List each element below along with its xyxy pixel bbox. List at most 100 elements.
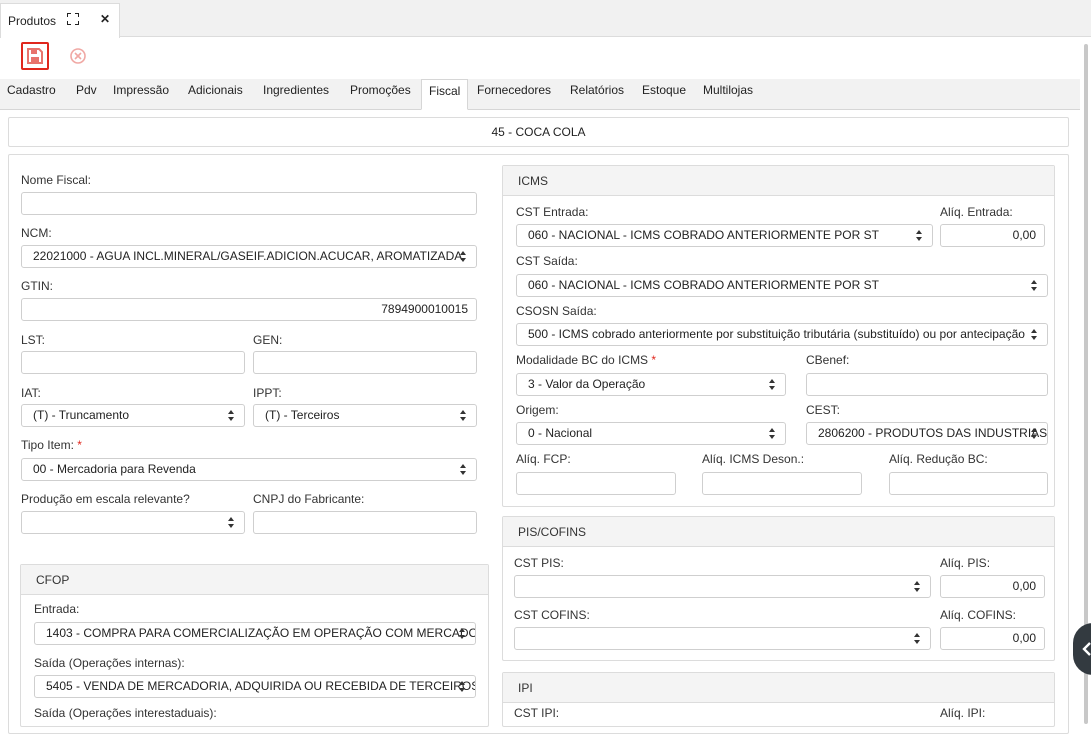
- select-arrows-icon: [228, 410, 235, 421]
- ippt-label: IPPT:: [253, 386, 282, 400]
- expand-icon[interactable]: [67, 13, 79, 25]
- cest-select[interactable]: 2806200 - PRODUTOS DAS INDUSTRIAS: [806, 422, 1048, 445]
- aliq-deson-input[interactable]: [702, 472, 862, 495]
- modalidade-select[interactable]: 3 - Valor da Operação: [516, 373, 786, 396]
- csosn-saida-select[interactable]: 500 - ICMS cobrado anteriormente por sub…: [516, 323, 1048, 346]
- tab-cadastro[interactable]: Cadastro: [7, 79, 56, 110]
- csosn-saida-value: 500 - ICMS cobrado anteriormente por sub…: [528, 327, 1025, 341]
- select-arrows-icon: [460, 410, 467, 421]
- ncm-value: 22021000 - AGUA INCL.MINERAL/GASEIF.ADIC…: [33, 249, 463, 263]
- cfop-panel: CFOP: [20, 564, 489, 727]
- aliq-entrada-label: Alíq. Entrada:: [940, 205, 1013, 219]
- nome-fiscal-label: Nome Fiscal:: [21, 173, 92, 187]
- cancel-icon: [70, 48, 86, 64]
- aliq-fcp-input[interactable]: [516, 472, 676, 495]
- ncm-select[interactable]: 22021000 - AGUA INCL.MINERAL/GASEIF.ADIC…: [21, 245, 477, 268]
- tipo-item-value: 00 - Mercadoria para Revenda: [33, 462, 196, 476]
- aliq-cofins-label: Alíq. COFINS:: [940, 608, 1017, 622]
- aliq-cofins-input[interactable]: 0,00: [940, 627, 1045, 650]
- cfop-saida-interestadual-label: Saída (Operações interestaduais):: [34, 706, 217, 720]
- aliq-entrada-input[interactable]: 0,00: [940, 224, 1045, 247]
- chevron-left-icon: [1082, 642, 1091, 656]
- select-arrows-icon: [228, 517, 235, 528]
- modalidade-value: 3 - Valor da Operação: [528, 377, 646, 391]
- select-arrows-icon: [914, 633, 921, 644]
- cst-ipi-label: CST IPI:: [514, 706, 560, 720]
- aliq-deson-label: Alíq. ICMS Deson.:: [702, 452, 805, 466]
- gtin-label: GTIN:: [21, 279, 53, 293]
- ippt-select[interactable]: (T) - Terceiros: [253, 404, 477, 427]
- iat-select[interactable]: (T) - Truncamento: [21, 404, 245, 427]
- producao-label: Produção em escala relevante?: [21, 492, 190, 506]
- collapse-panel-button[interactable]: [1073, 623, 1091, 675]
- tab-promocoes[interactable]: Promoções: [350, 79, 411, 110]
- lst-input[interactable]: [21, 351, 245, 374]
- icms-panel-title: ICMS: [503, 166, 1054, 196]
- tab-estoque[interactable]: Estoque: [642, 79, 686, 110]
- tipo-item-select[interactable]: 00 - Mercadoria para Revenda: [21, 458, 477, 481]
- cancel-button[interactable]: [69, 47, 87, 65]
- gtin-input[interactable]: 7894900010015: [21, 298, 477, 321]
- cnpj-input[interactable]: [253, 511, 477, 534]
- tab-impressao[interactable]: Impressão: [113, 79, 169, 110]
- cfop-entrada-select[interactable]: 1403 - COMPRA PARA COMERCIALIZAÇÃO EM OP…: [34, 622, 476, 645]
- tab-relatorios[interactable]: Relatórios: [570, 79, 624, 110]
- select-arrows-icon: [1031, 280, 1038, 291]
- origem-value: 0 - Nacional: [528, 426, 593, 440]
- aliq-reducao-input[interactable]: [889, 472, 1048, 495]
- tipo-item-label: Tipo Item: *: [21, 438, 82, 452]
- tab-ingredientes[interactable]: Ingredientes: [263, 79, 329, 110]
- select-arrows-icon: [459, 681, 466, 692]
- tab-pdv[interactable]: Pdv: [76, 79, 97, 110]
- close-icon[interactable]: ✕: [100, 12, 110, 26]
- select-arrows-icon: [769, 379, 776, 390]
- select-arrows-icon: [460, 464, 467, 475]
- origem-label: Origem:: [516, 403, 559, 417]
- gen-input[interactable]: [253, 351, 477, 374]
- select-arrows-icon: [460, 251, 467, 262]
- product-title: 45 - COCA COLA: [8, 117, 1069, 147]
- tab-multilojas[interactable]: Multilojas: [703, 79, 753, 110]
- select-arrows-icon: [914, 581, 921, 592]
- cest-label: CEST:: [806, 403, 841, 417]
- vertical-scrollbar[interactable]: [1084, 44, 1088, 724]
- cst-cofins-select[interactable]: [514, 627, 931, 650]
- tipo-item-label-text: Tipo Item:: [21, 438, 74, 452]
- aliq-fcp-label: Alíq. FCP:: [516, 452, 571, 466]
- aliq-pis-input[interactable]: 0,00: [940, 575, 1045, 598]
- lst-label: LST:: [21, 333, 46, 347]
- cfop-panel-title: CFOP: [21, 565, 488, 595]
- tab-fiscal[interactable]: Fiscal: [421, 79, 469, 110]
- required-marker: *: [77, 438, 82, 452]
- select-arrows-icon: [769, 428, 776, 439]
- cst-entrada-select[interactable]: 060 - NACIONAL - ICMS COBRADO ANTERIORME…: [516, 224, 933, 247]
- cbenef-input[interactable]: [806, 373, 1048, 396]
- modalidade-label: Modalidade BC do ICMS *: [516, 353, 656, 367]
- select-arrows-icon: [916, 230, 923, 241]
- aliq-ipi-label: Alíq. IPI:: [940, 706, 986, 720]
- document-tab-produtos[interactable]: Produtos ✕: [0, 3, 120, 38]
- cfop-saida-interna-select[interactable]: 5405 - VENDA DE MERCADORIA, ADQUIRIDA OU…: [34, 675, 476, 698]
- pis-cofins-panel-title: PIS/COFINS: [503, 517, 1054, 547]
- cest-value: 2806200 - PRODUTOS DAS INDUSTRIAS: [818, 426, 1048, 440]
- cst-saida-value: 060 - NACIONAL - ICMS COBRADO ANTERIORME…: [528, 278, 879, 292]
- cfop-entrada-label: Entrada:: [34, 602, 80, 616]
- cst-entrada-value: 060 - NACIONAL - ICMS COBRADO ANTERIORME…: [528, 228, 879, 242]
- select-arrows-icon: [459, 628, 466, 639]
- document-tab-label: Produtos: [8, 14, 57, 28]
- save-button[interactable]: [21, 42, 49, 70]
- ncm-label: NCM:: [21, 226, 52, 240]
- producao-select[interactable]: [21, 511, 245, 534]
- csosn-saida-label: CSOSN Saída:: [516, 304, 597, 318]
- iat-value: (T) - Truncamento: [33, 408, 130, 422]
- tab-fornecedores[interactable]: Fornecedores: [477, 79, 551, 110]
- origem-select[interactable]: 0 - Nacional: [516, 422, 786, 445]
- gen-label: GEN:: [253, 333, 283, 347]
- select-arrows-icon: [1031, 428, 1038, 439]
- tab-adicionais[interactable]: Adicionais: [188, 79, 243, 110]
- cst-pis-select[interactable]: [514, 575, 931, 598]
- aliq-reducao-label: Alíq. Redução BC:: [889, 452, 988, 466]
- cst-saida-select[interactable]: 060 - NACIONAL - ICMS COBRADO ANTERIORME…: [516, 274, 1048, 297]
- nome-fiscal-input[interactable]: [21, 192, 477, 215]
- modalidade-label-text: Modalidade BC do ICMS: [516, 353, 649, 367]
